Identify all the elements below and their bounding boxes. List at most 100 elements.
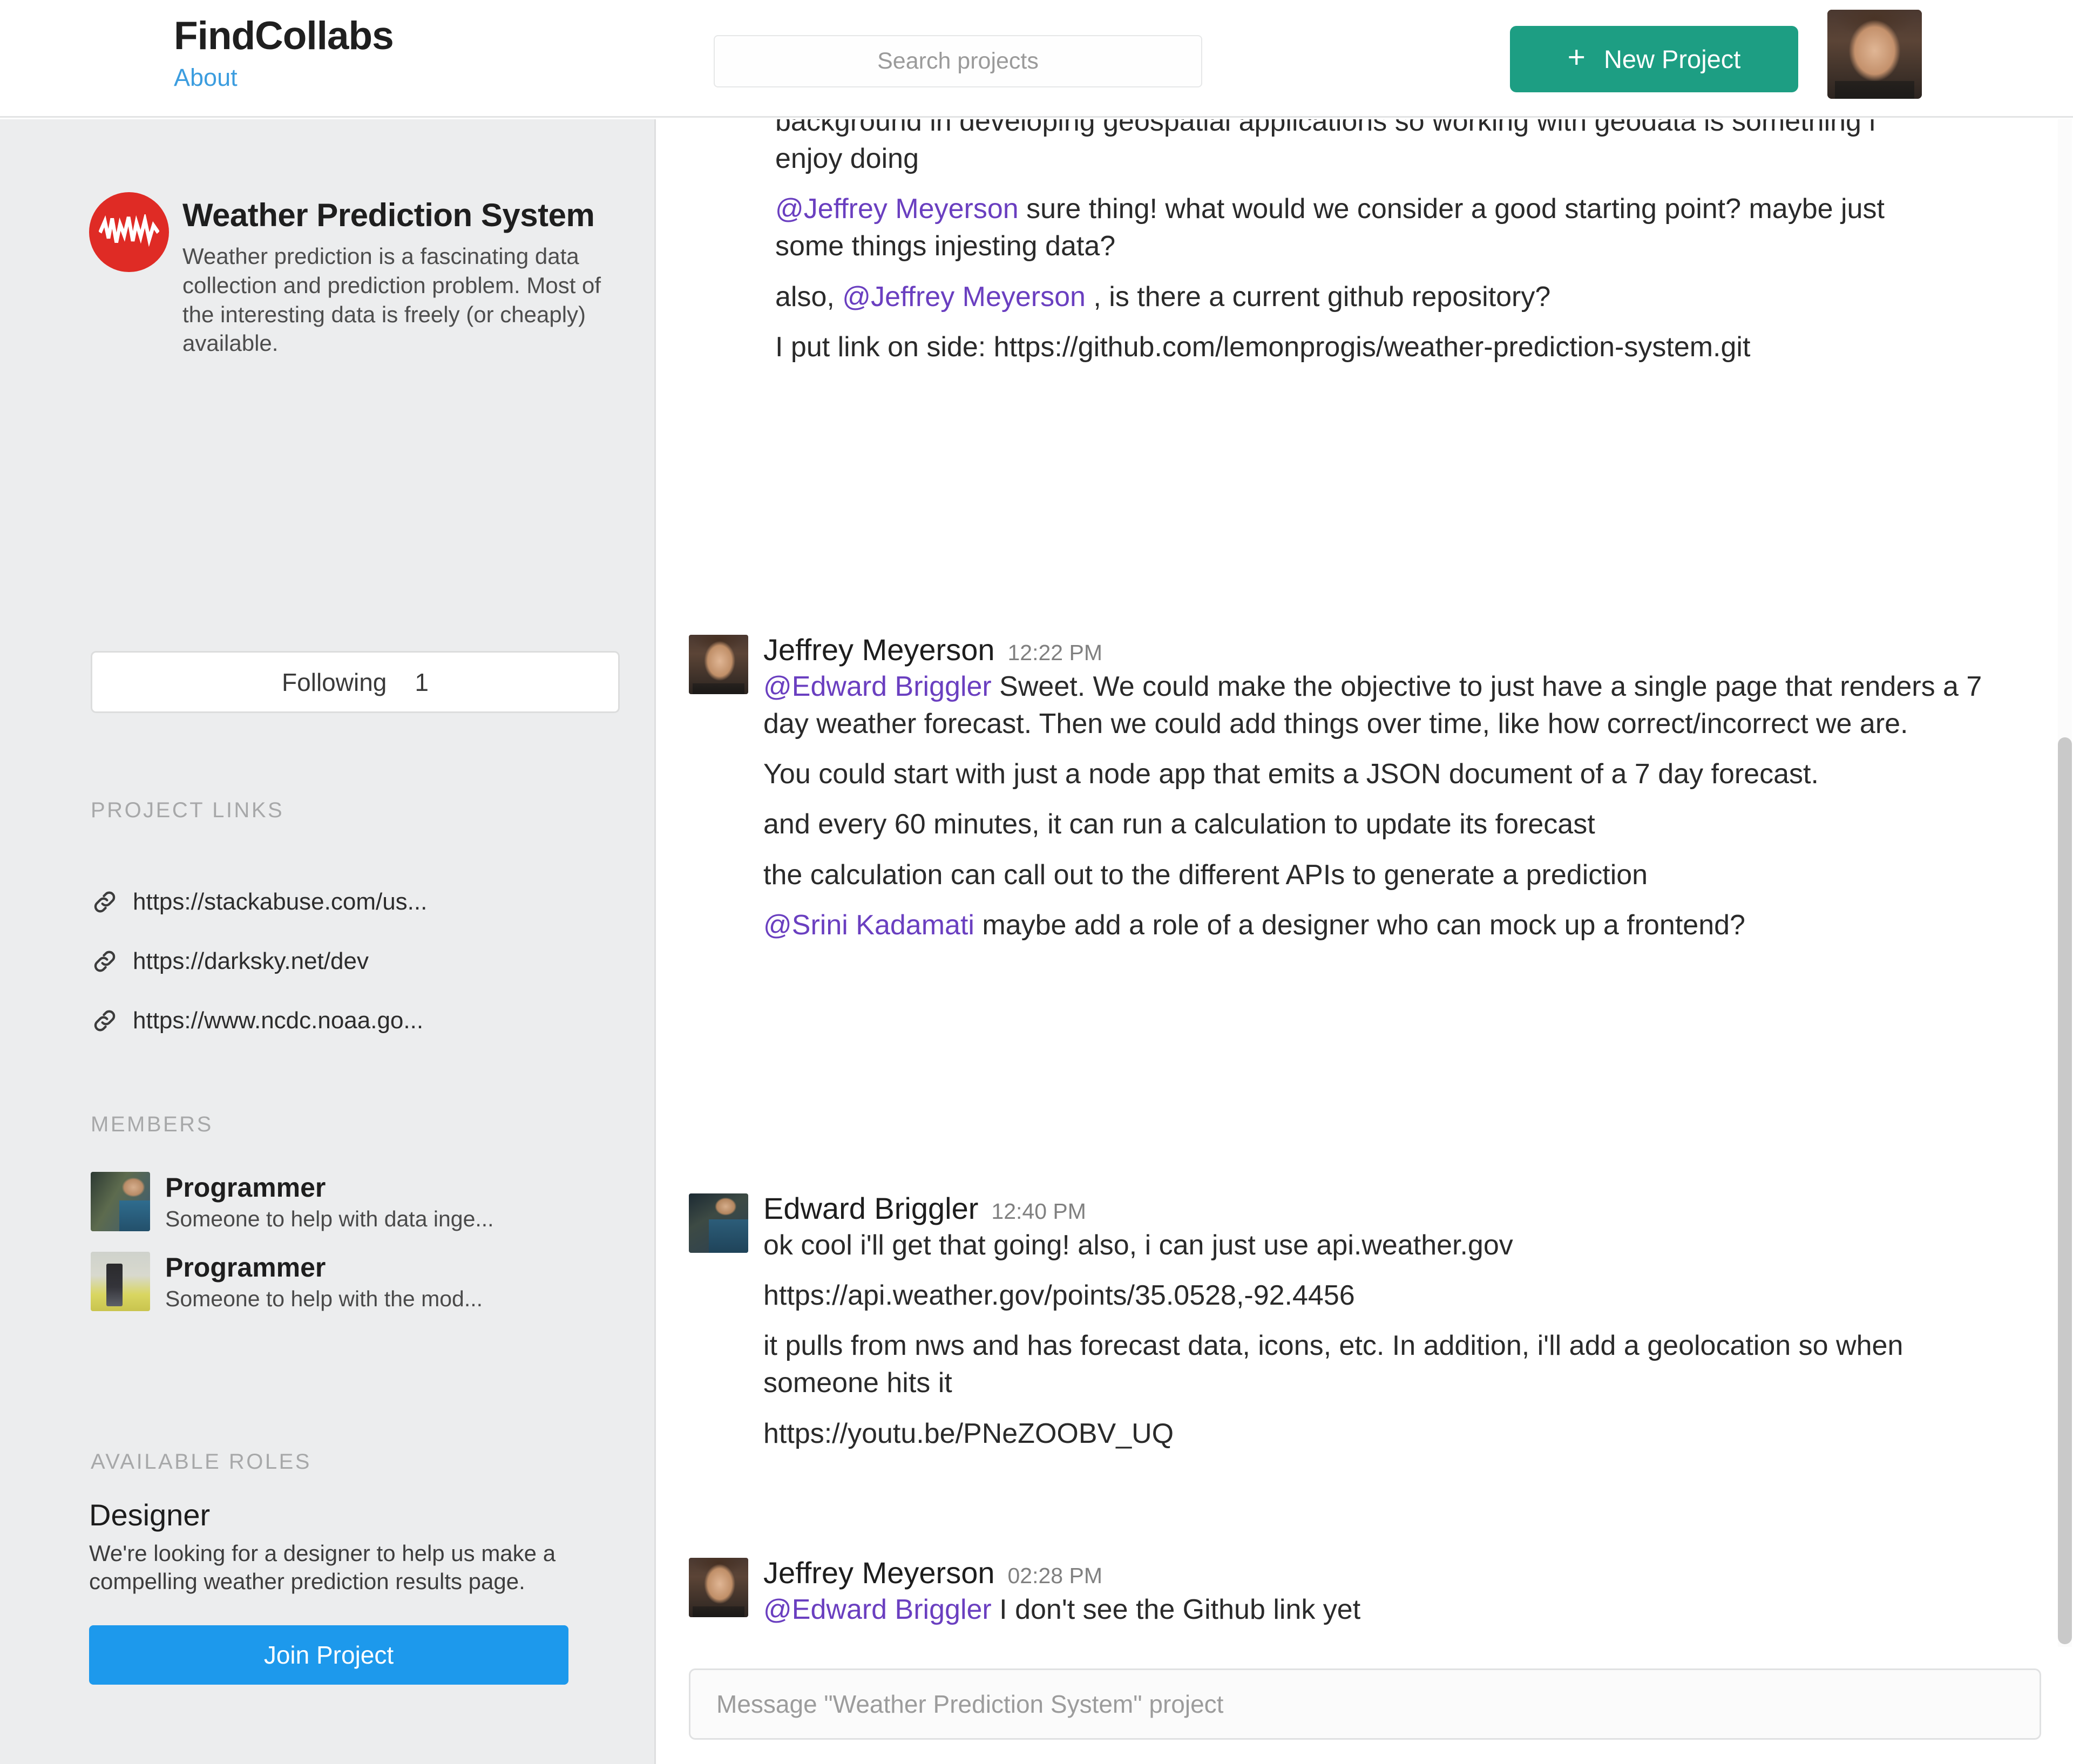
paragraph-text: , is there a current github repository? [1085, 281, 1551, 313]
project-title: Weather Prediction System [182, 197, 595, 233]
member-item[interactable]: Programmer Someone to help with data ing… [91, 1172, 631, 1231]
message-paragraph: and every 60 minutes, it can run a calcu… [763, 809, 1595, 840]
search-input[interactable] [714, 35, 1202, 87]
project-links-heading: PROJECT LINKS [91, 798, 284, 822]
project-link-text: https://www.ncdc.noaa.go... [133, 1007, 424, 1034]
project-link-item[interactable]: https://www.ncdc.noaa.go... [91, 991, 631, 1050]
member-role-name: Programmer [165, 1252, 326, 1283]
clipped-paragraph: background in developing geospatial appl… [775, 119, 1925, 178]
members-list: Programmer Someone to help with data ing… [91, 1172, 631, 1332]
about-link[interactable]: About [174, 65, 394, 90]
message-body: Jeffrey Meyerson 02:28 PM @Edward Briggl… [763, 1558, 2011, 1647]
avatar-image [1827, 10, 1922, 99]
paragraph-text: I don't see the Github link yet [991, 1594, 1361, 1625]
project-link-item[interactable]: https://darksky.net/dev [91, 932, 631, 991]
join-project-button[interactable]: Join Project [89, 1625, 568, 1685]
mention-link[interactable]: @Jeffrey Meyerson [842, 281, 1086, 313]
project-description: Weather prediction is a fascinating data… [182, 243, 601, 356]
link-icon [91, 888, 119, 916]
available-roles-list: Designer We're looking for a designer to… [89, 1498, 629, 1685]
paragraph-prefix: also, [775, 281, 843, 313]
following-count: 1 [415, 668, 429, 696]
chat-message-list[interactable]: background in developing geospatial appl… [658, 119, 2073, 1647]
member-avatar [91, 1172, 150, 1231]
project-avatar [89, 192, 169, 272]
message-paragraph: https://api.weather.gov/points/35.0528,-… [763, 1280, 1355, 1312]
link-icon [91, 947, 119, 975]
new-project-button[interactable]: + New Project [1510, 26, 1798, 92]
message-paragraph: I put link on side: https://github.com/l… [775, 331, 1751, 363]
plus-icon: + [1567, 39, 1586, 74]
message-input[interactable] [690, 1670, 2040, 1738]
mention-link[interactable]: @Jeffrey Meyerson [775, 193, 1019, 225]
message-paragraph: @Srini Kadamati maybe add a role of a de… [763, 907, 2011, 944]
app-header: FindCollabs About + New Project [0, 0, 2073, 118]
role-description: We're looking for a designer to help us … [89, 1540, 556, 1595]
message-paragraph: ok cool i'll get that going! also, i can… [763, 1230, 1513, 1261]
message-timestamp: 12:40 PM [991, 1199, 1086, 1224]
member-item[interactable]: Programmer Someone to help with the mod.… [91, 1252, 631, 1312]
mention-link[interactable]: @Edward Briggler [763, 671, 992, 702]
message-header: Edward Briggler 12:40 PM [763, 1193, 2011, 1224]
message-body: Jeffrey Meyerson 12:22 PM @Edward Briggl… [763, 635, 2011, 957]
member-role-description: Someone to help with data inge... [165, 1206, 494, 1231]
project-link-text: https://darksky.net/dev [133, 948, 369, 974]
project-header: Weather Prediction System Weather predic… [89, 192, 629, 358]
chat-pane: background in developing geospatial appl… [658, 119, 2073, 1764]
chat-message: Jeffrey Meyerson 12:22 PM @Edward Briggl… [689, 635, 2011, 957]
search-container [714, 35, 1202, 87]
message-avatar[interactable] [689, 1193, 748, 1253]
message-composer [689, 1668, 2041, 1740]
message-paragraph: You could start with just a node app tha… [763, 758, 1819, 790]
clipped-line-cut: background in developing geospatial appl… [775, 119, 1724, 137]
message-timestamp: 02:28 PM [1007, 1563, 1102, 1588]
paragraph-text: do you have any experience in building m… [1013, 1644, 1621, 1647]
role-title: Designer [89, 1498, 211, 1532]
message-paragraph: also, @Jeffrey Meyerson , is there a cur… [775, 279, 1925, 316]
user-avatar[interactable] [1827, 10, 1922, 99]
message-paragraph: @Edward Briggler I don't see the Github … [763, 1591, 2011, 1629]
message-avatar[interactable] [689, 1558, 748, 1617]
project-text: Weather Prediction System Weather predic… [182, 192, 629, 358]
member-role-name: Programmer [165, 1172, 326, 1203]
message-paragraph: https://youtu.be/PNeZOOBV_UQ [763, 1417, 1174, 1449]
message-author[interactable]: Jeffrey Meyerson [763, 635, 994, 665]
project-link-item[interactable]: https://stackabuse.com/us... [91, 872, 631, 932]
message-paragraph: it pulls from nws and has forecast data,… [763, 1330, 1903, 1399]
member-info: Programmer Someone to help with data ing… [165, 1172, 631, 1231]
following-label: Following [282, 668, 387, 696]
new-project-label: New Project [1603, 45, 1741, 73]
member-avatar [91, 1252, 150, 1312]
chat-message: Edward Briggler 12:40 PM ok cool i'll ge… [689, 1193, 2011, 1466]
paragraph-text: maybe add a role of a designer who can m… [974, 909, 1745, 941]
chat-message: Jeffrey Meyerson 02:28 PM @Edward Briggl… [689, 1558, 2011, 1647]
project-link-text: https://stackabuse.com/us... [133, 888, 428, 915]
message-header: Jeffrey Meyerson 02:28 PM [763, 1558, 2011, 1588]
member-info: Programmer Someone to help with the mod.… [165, 1252, 631, 1311]
following-button[interactable]: Following 1 [91, 651, 620, 713]
available-roles-heading: AVAILABLE ROLES [91, 1450, 311, 1474]
project-links-list: https://stackabuse.com/us... https://dar… [91, 872, 631, 1050]
mention-link[interactable]: @Srini Kadamati [763, 910, 974, 941]
link-icon [91, 1007, 119, 1035]
message-paragraph: @Edward Briggler Sweet. We could make th… [763, 668, 2011, 743]
brand-title: FindCollabs [174, 14, 394, 58]
brand: FindCollabs About [174, 16, 394, 90]
app-root: FindCollabs About + New Project Weather … [0, 0, 2073, 1764]
waveform-icon [98, 214, 160, 247]
role-item: Designer We're looking for a designer to… [89, 1498, 629, 1685]
mention-link[interactable]: @Sairaviteja Gavari [763, 1644, 1013, 1647]
message-author[interactable]: Edward Briggler [763, 1193, 978, 1224]
message-timestamp: 12:22 PM [1007, 640, 1102, 665]
members-heading: MEMBERS [91, 1112, 213, 1136]
mention-link[interactable]: @Edward Briggler [763, 1594, 992, 1625]
chat-scrollbar-thumb[interactable] [2058, 737, 2072, 1644]
message-avatar[interactable] [689, 635, 748, 694]
message-body: Edward Briggler 12:40 PM ok cool i'll ge… [763, 1193, 2011, 1466]
message-header: Jeffrey Meyerson 12:22 PM [763, 635, 2011, 665]
message-author[interactable]: Jeffrey Meyerson [763, 1558, 994, 1588]
message-paragraph: @Sairaviteja Gavari do you have any expe… [763, 1641, 2011, 1647]
member-role-description: Someone to help with the mod... [165, 1286, 483, 1312]
project-sidebar: Weather Prediction System Weather predic… [0, 119, 656, 1764]
message-paragraph: @Jeffrey Meyerson sure thing! what would… [775, 191, 1925, 265]
